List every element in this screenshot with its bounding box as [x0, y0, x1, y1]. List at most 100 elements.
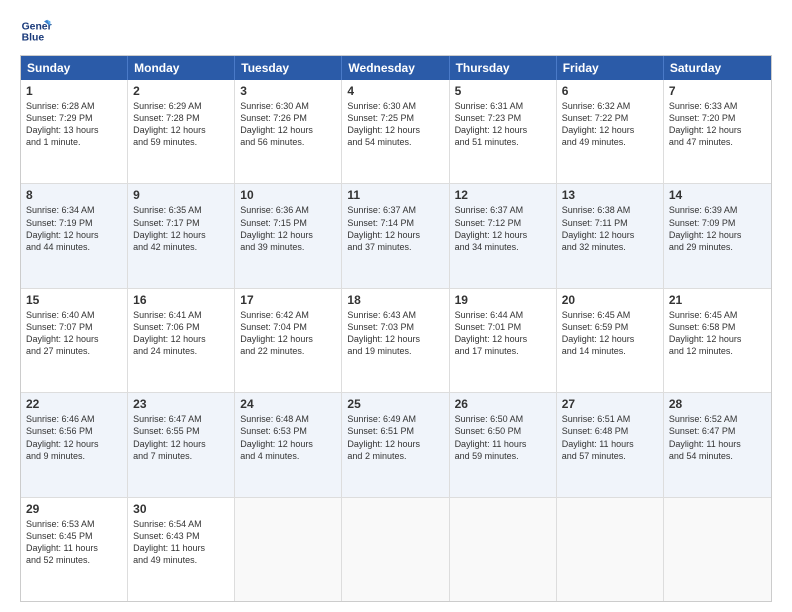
day-number: 29	[26, 502, 122, 516]
calendar-cell	[342, 498, 449, 601]
calendar-cell	[557, 498, 664, 601]
day-info: Sunrise: 6:44 AM Sunset: 7:01 PM Dayligh…	[455, 309, 551, 358]
calendar-cell: 13Sunrise: 6:38 AM Sunset: 7:11 PM Dayli…	[557, 184, 664, 287]
calendar-cell: 22 Sunrise: 6:46 AM Sunset: 6:56 PM Dayli…	[21, 393, 128, 496]
calendar-cell: 29 Sunrise: 6:53 AM Sunset: 6:45 PM Dayli…	[21, 498, 128, 601]
weekday-header-saturday: Saturday	[664, 56, 771, 80]
day-number: 3	[240, 84, 336, 98]
calendar-cell: 23 Sunrise: 6:47 AM Sunset: 6:55 PM Dayli…	[128, 393, 235, 496]
calendar-cell: 19 Sunrise: 6:44 AM Sunset: 7:01 PM Dayli…	[450, 289, 557, 392]
weekday-header-tuesday: Tuesday	[235, 56, 342, 80]
weekday-header-sunday: Sunday	[21, 56, 128, 80]
day-info: Sunrise: 6:50 AM Sunset: 6:50 PM Dayligh…	[455, 413, 551, 462]
day-info: Sunrise: 6:54 AM Sunset: 6:43 PM Dayligh…	[133, 518, 229, 567]
day-number: 5	[455, 84, 551, 98]
day-number: 11	[347, 188, 443, 202]
day-info: Sunrise: 6:39 AM Sunset: 7:09 PM Dayligh…	[669, 204, 766, 253]
day-number: 2	[133, 84, 229, 98]
day-number: 19	[455, 293, 551, 307]
day-number: 15	[26, 293, 122, 307]
day-info: Sunrise: 6:28 AM Sunset: 7:29 PM Dayligh…	[26, 100, 122, 149]
calendar-cell: 20Sunrise: 6:45 AM Sunset: 6:59 PM Dayli…	[557, 289, 664, 392]
calendar-row-3: 15 Sunrise: 6:40 AM Sunset: 7:07 PM Dayli…	[21, 288, 771, 392]
day-info: Sunrise: 6:34 AM Sunset: 7:19 PM Dayligh…	[26, 204, 122, 253]
day-number: 4	[347, 84, 443, 98]
calendar-cell: 25Sunrise: 6:49 AM Sunset: 6:51 PM Dayli…	[342, 393, 449, 496]
weekday-header-thursday: Thursday	[450, 56, 557, 80]
page-header: General Blue	[20, 15, 772, 47]
day-number: 6	[562, 84, 658, 98]
calendar-row-2: 8 Sunrise: 6:34 AM Sunset: 7:19 PM Daylig…	[21, 183, 771, 287]
calendar: SundayMondayTuesdayWednesdayThursdayFrid…	[20, 55, 772, 602]
calendar-cell: 16 Sunrise: 6:41 AM Sunset: 7:06 PM Dayli…	[128, 289, 235, 392]
weekday-header-wednesday: Wednesday	[342, 56, 449, 80]
day-info: Sunrise: 6:30 AM Sunset: 7:25 PM Dayligh…	[347, 100, 443, 149]
day-number: 27	[562, 397, 658, 411]
calendar-cell: 9Sunrise: 6:35 AM Sunset: 7:17 PM Daylig…	[128, 184, 235, 287]
day-number: 8	[26, 188, 122, 202]
day-info: Sunrise: 6:51 AM Sunset: 6:48 PM Dayligh…	[562, 413, 658, 462]
calendar-cell: 6 Sunrise: 6:32 AM Sunset: 7:22 PM Daylig…	[557, 80, 664, 183]
day-info: Sunrise: 6:36 AM Sunset: 7:15 PM Dayligh…	[240, 204, 336, 253]
calendar-cell: 18 Sunrise: 6:43 AM Sunset: 7:03 PM Dayli…	[342, 289, 449, 392]
day-number: 1	[26, 84, 122, 98]
day-number: 9	[133, 188, 229, 202]
svg-text:Blue: Blue	[22, 33, 45, 44]
logo: General Blue	[20, 15, 52, 47]
day-info: Sunrise: 6:38 AM Sunset: 7:11 PM Dayligh…	[562, 204, 658, 253]
day-info: Sunrise: 6:43 AM Sunset: 7:03 PM Dayligh…	[347, 309, 443, 358]
calendar-cell: 27 Sunrise: 6:51 AM Sunset: 6:48 PM Dayli…	[557, 393, 664, 496]
day-number: 25	[347, 397, 443, 411]
calendar-row-5: 29 Sunrise: 6:53 AM Sunset: 6:45 PM Dayli…	[21, 497, 771, 601]
calendar-cell	[664, 498, 771, 601]
calendar-row-4: 22 Sunrise: 6:46 AM Sunset: 6:56 PM Dayli…	[21, 392, 771, 496]
calendar-cell: 4 Sunrise: 6:30 AM Sunset: 7:25 PM Daylig…	[342, 80, 449, 183]
day-info: Sunrise: 6:37 AM Sunset: 7:14 PM Dayligh…	[347, 204, 443, 253]
day-info: Sunrise: 6:40 AM Sunset: 7:07 PM Dayligh…	[26, 309, 122, 358]
day-info: Sunrise: 6:47 AM Sunset: 6:55 PM Dayligh…	[133, 413, 229, 462]
calendar-header: SundayMondayTuesdayWednesdayThursdayFrid…	[21, 56, 771, 80]
calendar-cell: 17Sunrise: 6:42 AM Sunset: 7:04 PM Dayli…	[235, 289, 342, 392]
calendar-cell: 21 Sunrise: 6:45 AM Sunset: 6:58 PM Dayli…	[664, 289, 771, 392]
day-number: 10	[240, 188, 336, 202]
day-number: 21	[669, 293, 766, 307]
calendar-cell: 2 Sunrise: 6:29 AM Sunset: 7:28 PM Daylig…	[128, 80, 235, 183]
day-number: 18	[347, 293, 443, 307]
day-info: Sunrise: 6:53 AM Sunset: 6:45 PM Dayligh…	[26, 518, 122, 567]
calendar-cell: 14 Sunrise: 6:39 AM Sunset: 7:09 PM Dayli…	[664, 184, 771, 287]
day-info: Sunrise: 6:33 AM Sunset: 7:20 PM Dayligh…	[669, 100, 766, 149]
day-info: Sunrise: 6:31 AM Sunset: 7:23 PM Dayligh…	[455, 100, 551, 149]
day-info: Sunrise: 6:32 AM Sunset: 7:22 PM Dayligh…	[562, 100, 658, 149]
day-number: 12	[455, 188, 551, 202]
day-info: Sunrise: 6:41 AM Sunset: 7:06 PM Dayligh…	[133, 309, 229, 358]
calendar-row-1: 1 Sunrise: 6:28 AM Sunset: 7:29 PM Daylig…	[21, 80, 771, 183]
calendar-cell: 8 Sunrise: 6:34 AM Sunset: 7:19 PM Daylig…	[21, 184, 128, 287]
calendar-cell: 30 Sunrise: 6:54 AM Sunset: 6:43 PM Dayli…	[128, 498, 235, 601]
calendar-cell: 7 Sunrise: 6:33 AM Sunset: 7:20 PM Daylig…	[664, 80, 771, 183]
calendar-cell: 24Sunrise: 6:48 AM Sunset: 6:53 PM Dayli…	[235, 393, 342, 496]
day-info: Sunrise: 6:48 AM Sunset: 6:53 PM Dayligh…	[240, 413, 336, 462]
day-number: 26	[455, 397, 551, 411]
day-number: 23	[133, 397, 229, 411]
calendar-cell: 15 Sunrise: 6:40 AM Sunset: 7:07 PM Dayli…	[21, 289, 128, 392]
calendar-cell: 12 Sunrise: 6:37 AM Sunset: 7:12 PM Dayli…	[450, 184, 557, 287]
day-info: Sunrise: 6:46 AM Sunset: 6:56 PM Dayligh…	[26, 413, 122, 462]
calendar-cell: 28 Sunrise: 6:52 AM Sunset: 6:47 PM Dayli…	[664, 393, 771, 496]
day-number: 14	[669, 188, 766, 202]
day-number: 17	[240, 293, 336, 307]
logo-icon: General Blue	[20, 15, 52, 47]
day-number: 16	[133, 293, 229, 307]
day-number: 28	[669, 397, 766, 411]
day-number: 7	[669, 84, 766, 98]
day-info: Sunrise: 6:45 AM Sunset: 6:58 PM Dayligh…	[669, 309, 766, 358]
calendar-cell: 1 Sunrise: 6:28 AM Sunset: 7:29 PM Daylig…	[21, 80, 128, 183]
day-info: Sunrise: 6:37 AM Sunset: 7:12 PM Dayligh…	[455, 204, 551, 253]
weekday-header-monday: Monday	[128, 56, 235, 80]
day-info: Sunrise: 6:29 AM Sunset: 7:28 PM Dayligh…	[133, 100, 229, 149]
day-number: 22	[26, 397, 122, 411]
calendar-cell: 5 Sunrise: 6:31 AM Sunset: 7:23 PM Daylig…	[450, 80, 557, 183]
day-number: 30	[133, 502, 229, 516]
weekday-header-friday: Friday	[557, 56, 664, 80]
calendar-cell: 3Sunrise: 6:30 AM Sunset: 7:26 PM Daylig…	[235, 80, 342, 183]
day-info: Sunrise: 6:52 AM Sunset: 6:47 PM Dayligh…	[669, 413, 766, 462]
